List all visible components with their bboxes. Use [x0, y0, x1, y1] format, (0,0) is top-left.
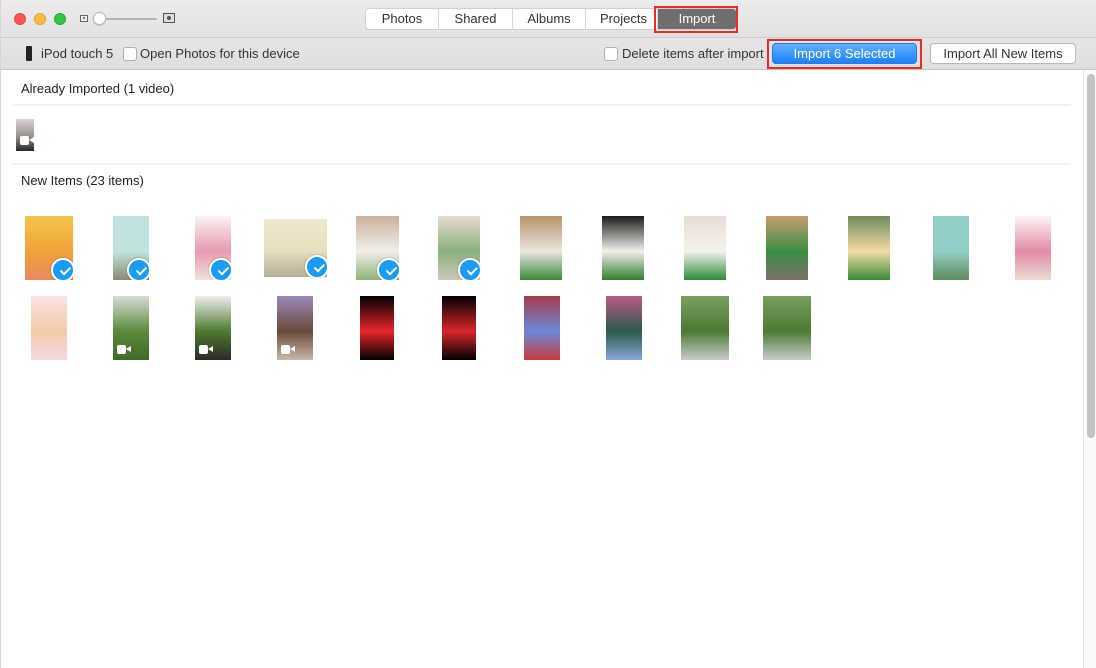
already-imported-header: Already Imported (1 video) [21, 81, 175, 96]
new-item-thumbnail[interactable] [264, 219, 327, 277]
new-item-thumbnail[interactable] [195, 296, 231, 360]
thumbnail-size-slider-knob[interactable] [93, 12, 106, 25]
thumbnail-image [684, 216, 726, 280]
open-photos-label[interactable]: Open Photos for this device [140, 46, 300, 61]
photos-import-window: Photos Shared Albums Projects Import iPo… [0, 0, 1096, 668]
new-item-thumbnail[interactable] [438, 216, 480, 280]
scrollbar-thumb[interactable] [1087, 74, 1095, 438]
selected-checkmark-icon [209, 258, 231, 280]
thumbnail-image [16, 119, 34, 151]
title-bar: Photos Shared Albums Projects Import [1, 0, 1096, 38]
new-item-thumbnail[interactable] [606, 296, 642, 360]
video-camera-icon [20, 136, 34, 145]
new-item-thumbnail[interactable] [113, 296, 149, 360]
open-photos-checkbox[interactable] [123, 47, 137, 61]
minimize-window-button[interactable] [34, 13, 46, 25]
new-item-thumbnail[interactable] [848, 216, 890, 280]
new-items-header: New Items (23 items) [21, 173, 144, 188]
new-item-thumbnail[interactable] [763, 296, 811, 360]
import-all-new-items-button[interactable]: Import All New Items [930, 43, 1076, 64]
import-content: Already Imported (1 video) New Items (23… [1, 70, 1083, 668]
view-tabs: Photos Shared Albums Projects Import [365, 8, 737, 30]
thumbnail-image [681, 296, 729, 360]
thumbnail-small-icon [80, 15, 88, 22]
thumbnail-image [602, 216, 644, 280]
tab-shared[interactable]: Shared [439, 9, 513, 29]
new-item-thumbnail[interactable] [602, 216, 644, 280]
new-item-thumbnail[interactable] [356, 216, 399, 280]
new-item-thumbnail[interactable] [933, 216, 969, 280]
import-selected-button[interactable]: Import 6 Selected [772, 43, 917, 64]
thumbnail-image [606, 296, 642, 360]
section-divider [13, 163, 1071, 165]
tab-photos[interactable]: Photos [366, 9, 439, 29]
tab-projects[interactable]: Projects [586, 9, 658, 29]
thumbnail-large-icon [163, 13, 175, 23]
new-item-thumbnail[interactable] [360, 296, 394, 360]
zoom-window-button[interactable] [54, 13, 66, 25]
tab-import[interactable]: Import [658, 9, 736, 29]
video-camera-icon [199, 345, 213, 354]
new-item-thumbnail[interactable] [277, 296, 313, 360]
delete-after-import-label[interactable]: Delete items after import [622, 46, 764, 61]
thumbnail-image [763, 296, 811, 360]
new-item-thumbnail[interactable] [520, 216, 562, 280]
thumbnail-size-slider[interactable] [97, 18, 157, 20]
new-item-thumbnail[interactable] [524, 296, 560, 360]
thumbnail-image [848, 216, 890, 280]
thumbnail-image [933, 216, 969, 280]
video-camera-icon [281, 345, 295, 354]
selected-checkmark-icon [127, 258, 149, 280]
thumbnail-image [766, 216, 808, 280]
new-item-thumbnail[interactable] [195, 216, 231, 280]
thumbnail-image [360, 296, 394, 360]
new-item-thumbnail[interactable] [1015, 216, 1051, 280]
new-item-thumbnail[interactable] [766, 216, 808, 280]
delete-after-import-checkbox[interactable] [604, 47, 618, 61]
new-item-thumbnail[interactable] [681, 296, 729, 360]
selected-checkmark-icon [51, 258, 73, 280]
thumbnail-image [442, 296, 476, 360]
new-item-thumbnail[interactable] [31, 296, 67, 360]
thumbnail-image [524, 296, 560, 360]
selected-checkmark-icon [458, 258, 480, 280]
new-item-thumbnail[interactable] [113, 216, 149, 280]
selected-checkmark-icon [377, 258, 399, 280]
ipod-device-icon [26, 46, 32, 61]
video-camera-icon [117, 345, 131, 354]
thumbnail-image [520, 216, 562, 280]
section-divider [13, 104, 1071, 106]
new-item-thumbnail[interactable] [25, 216, 73, 280]
tab-albums[interactable]: Albums [513, 9, 586, 29]
close-window-button[interactable] [14, 13, 26, 25]
vertical-scrollbar[interactable] [1083, 70, 1096, 668]
thumbnail-image [31, 296, 67, 360]
thumbnail-image [1015, 216, 1051, 280]
imported-item-thumbnail[interactable] [16, 119, 34, 151]
device-name: iPod touch 5 [41, 46, 114, 61]
selected-checkmark-icon [305, 255, 327, 277]
new-item-thumbnail[interactable] [684, 216, 726, 280]
new-item-thumbnail[interactable] [442, 296, 476, 360]
